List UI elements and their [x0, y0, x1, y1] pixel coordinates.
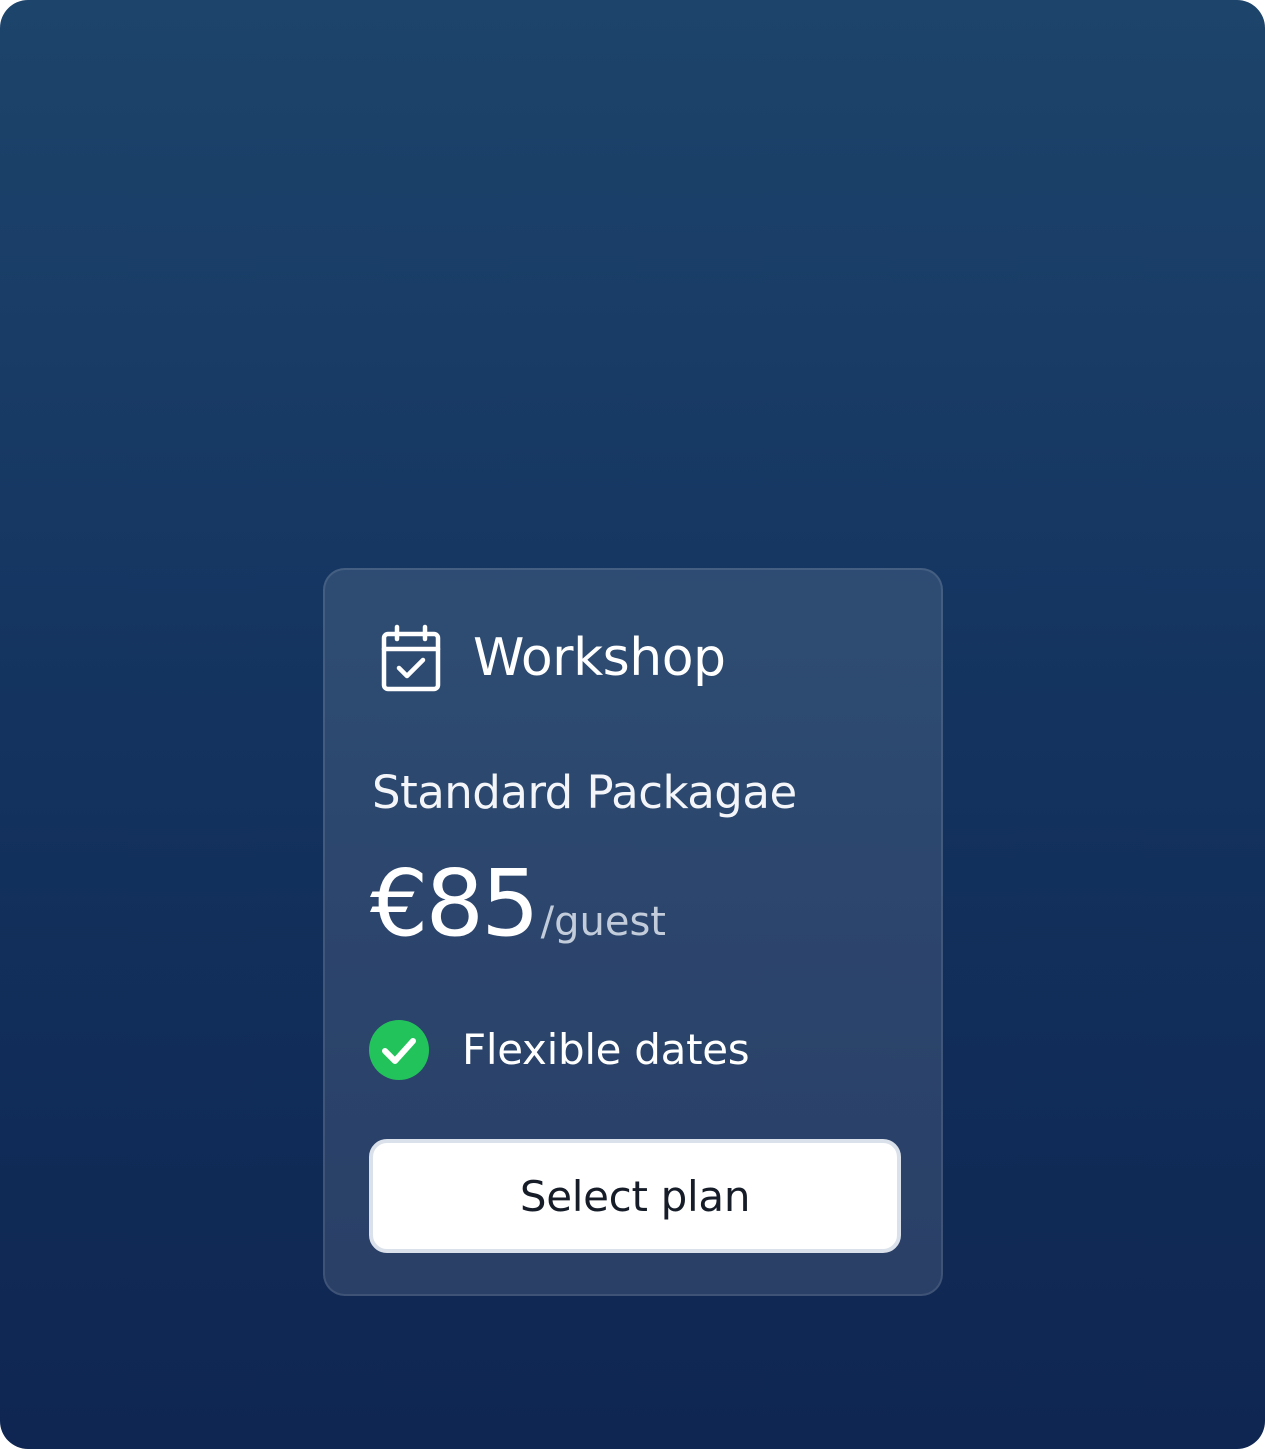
- page-background: Workshop Standard Packagae €85 /guest Fl…: [0, 0, 1265, 1449]
- card-title: Workshop: [473, 628, 726, 688]
- check-circle-icon: [369, 1020, 429, 1080]
- pricing-card: Workshop Standard Packagae €85 /guest Fl…: [323, 568, 943, 1296]
- price-unit: /guest: [540, 899, 666, 945]
- feature-item: Flexible dates: [368, 1019, 750, 1081]
- card-header: Workshop: [381, 624, 726, 692]
- feature-label: Flexible dates: [462, 1025, 750, 1074]
- price-amount: €85: [370, 850, 540, 957]
- package-name: Standard Packagae: [372, 766, 797, 819]
- select-plan-button[interactable]: Select plan: [369, 1139, 901, 1253]
- price-row: €85 /guest: [370, 858, 666, 950]
- calendar-check-icon: [381, 624, 441, 692]
